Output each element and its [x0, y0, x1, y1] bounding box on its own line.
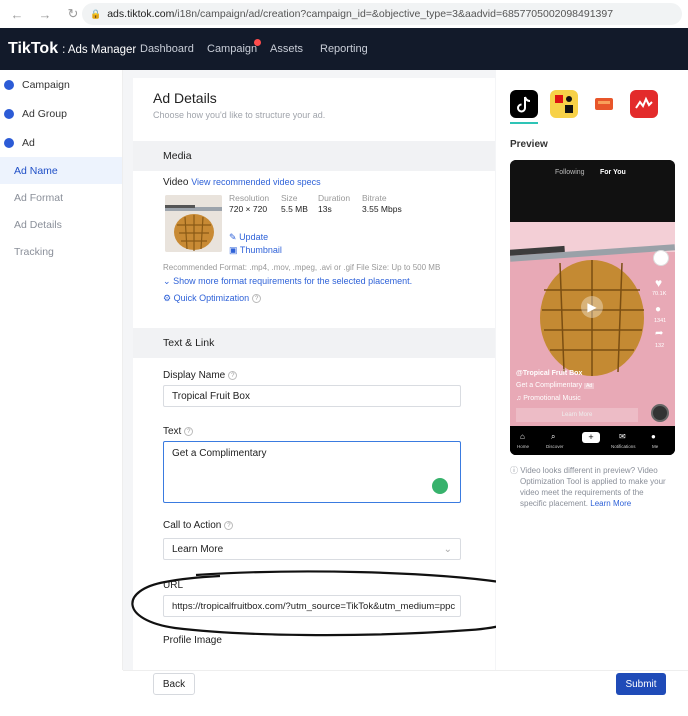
music-disc-icon: [651, 404, 669, 422]
nav-discover-label: Discover: [546, 444, 564, 449]
preview-note-line-2: Optimization Tool is applied to make you…: [520, 477, 666, 486]
preview-learn-more-button[interactable]: Learn More: [516, 408, 638, 422]
submit-button[interactable]: Submit: [616, 673, 666, 695]
preview-note: ⓘ Video looks different in preview? Vide…: [510, 465, 680, 509]
play-icon[interactable]: ▶: [581, 296, 603, 318]
back-button[interactable]: Back: [153, 673, 195, 695]
create-plus-icon[interactable]: +: [582, 432, 600, 443]
preview-music: ♫ Promotional Music: [516, 395, 581, 402]
preview-caption: Get a Complimentary Ad: [516, 382, 595, 389]
placement-selected-indicator: [510, 122, 538, 124]
footer-bar: Back Submit: [123, 670, 688, 710]
preview-note-line-4: specific placement. Learn More: [520, 499, 632, 508]
nav-home-label: Home: [517, 444, 530, 449]
phone-preview: Following For You ▶ ♥ 70.1K ● 1341 ➦ 132…: [510, 160, 675, 455]
comment-icon[interactable]: ●: [655, 304, 661, 315]
preview-title: Preview: [510, 139, 548, 150]
preview-note-line-3: video meet the requirements of the: [520, 488, 644, 497]
like-count: 70.1K: [652, 291, 667, 297]
music-label: Promotional Music: [523, 395, 581, 402]
placement-babe-icon[interactable]: [590, 90, 618, 118]
share-count: 132: [655, 343, 665, 349]
share-icon[interactable]: ➦: [655, 328, 663, 339]
tab-following[interactable]: Following: [555, 169, 585, 176]
nav-discover-icon[interactable]: ⌕: [551, 432, 555, 442]
sponsored-badge: Ad: [584, 383, 595, 389]
nav-notifications-icon[interactable]: ✉: [619, 432, 626, 441]
nav-me-label: Me: [652, 444, 659, 449]
comment-count: 1341: [654, 318, 667, 324]
placement-tiktok-icon[interactable]: [510, 90, 538, 118]
preview-note-line-1: Video looks different in preview? Video: [520, 466, 658, 475]
nav-notifications-label: Notifications: [611, 444, 636, 449]
music-note-icon: ♫: [516, 395, 522, 402]
placement-topbuzz-icon[interactable]: [550, 90, 578, 118]
nav-profile-icon[interactable]: ●: [651, 432, 656, 441]
avatar[interactable]: [653, 250, 669, 266]
tab-for-you[interactable]: For You: [600, 169, 626, 176]
learn-more-link[interactable]: Learn More: [590, 499, 631, 508]
preview-display-name: @Tropical Fruit Box: [516, 370, 583, 377]
info-icon: ⓘ: [510, 466, 518, 475]
placement-pangle-icon[interactable]: [630, 90, 658, 118]
preview-panel: Preview Following For You ▶ ♥ 70.1K ● 13…: [496, 70, 688, 670]
nav-home-icon[interactable]: ⌂: [520, 432, 525, 441]
heart-icon[interactable]: ♥: [655, 276, 662, 290]
